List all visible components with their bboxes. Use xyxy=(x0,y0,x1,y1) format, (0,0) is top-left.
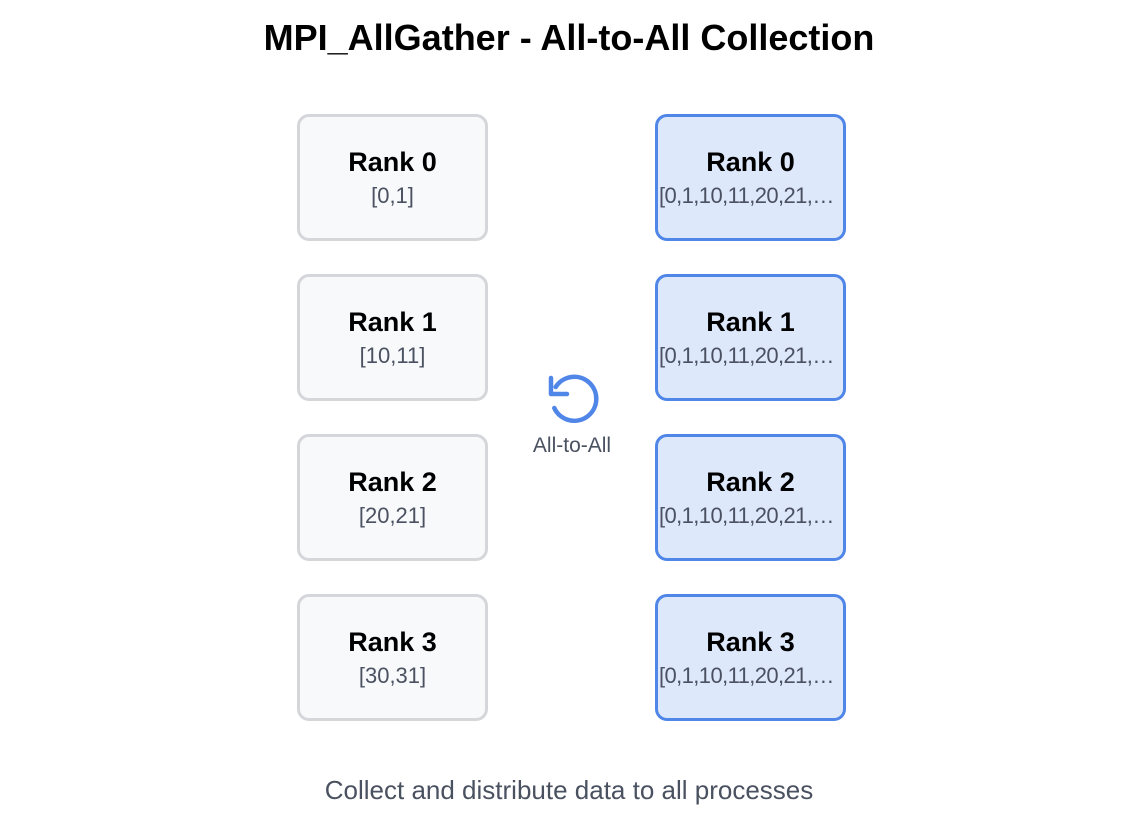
input-rank-box: Rank 3 [30,31] xyxy=(297,594,488,721)
input-ranks-column: Rank 0 [0,1] Rank 1 [10,11] Rank 2 [20,2… xyxy=(297,114,488,754)
output-ranks-column: Rank 0 [0,1,10,11,20,21,30,31] Rank 1 [0… xyxy=(655,114,846,754)
rank-name: Rank 1 xyxy=(348,306,437,337)
rank-data: [0,1,10,11,20,21,30,31] xyxy=(659,182,842,208)
input-rank-box: Rank 2 [20,21] xyxy=(297,434,488,561)
rank-data: [20,21] xyxy=(358,502,427,528)
rank-name: Rank 0 xyxy=(706,146,795,177)
output-rank-box: Rank 3 [0,1,10,11,20,21,30,31] xyxy=(655,594,846,721)
rank-data: [0,1,10,11,20,21,30,31] xyxy=(659,342,842,368)
rank-name: Rank 2 xyxy=(348,466,437,497)
diagram-title: MPI_AllGather - All-to-All Collection xyxy=(263,17,875,58)
all-to-all-operation: All-to-All xyxy=(500,372,644,460)
diagram-caption: Collect and distribute data to all proce… xyxy=(324,775,814,805)
operation-label: All-to-All xyxy=(532,434,612,457)
rank-name: Rank 2 xyxy=(706,466,795,497)
rank-name: Rank 0 xyxy=(348,146,437,177)
output-rank-box: Rank 1 [0,1,10,11,20,21,30,31] xyxy=(655,274,846,401)
rank-name: Rank 1 xyxy=(706,306,795,337)
rotate-ccw-icon xyxy=(500,372,644,428)
rank-name: Rank 3 xyxy=(706,626,795,657)
rank-data: [30,31] xyxy=(358,662,427,688)
input-rank-box: Rank 1 [10,11] xyxy=(297,274,488,401)
rank-data: [0,1,10,11,20,21,30,31] xyxy=(659,502,842,528)
input-rank-box: Rank 0 [0,1] xyxy=(297,114,488,241)
rank-data: [0,1,10,11,20,21,30,31] xyxy=(659,662,842,688)
output-rank-box: Rank 2 [0,1,10,11,20,21,30,31] xyxy=(655,434,846,561)
output-rank-box: Rank 0 [0,1,10,11,20,21,30,31] xyxy=(655,114,846,241)
rank-data: [0,1] xyxy=(371,182,414,208)
rank-name: Rank 3 xyxy=(348,626,437,657)
rank-data: [10,11] xyxy=(359,342,426,368)
